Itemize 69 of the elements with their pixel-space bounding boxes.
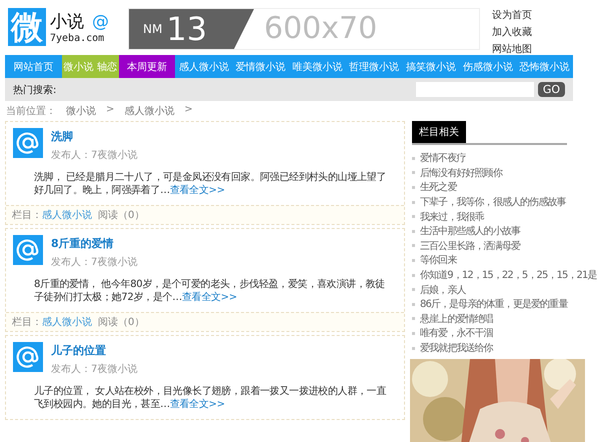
related-link[interactable]: 等你回来 — [420, 253, 456, 268]
author-text: 发布人：7夜微小说 — [51, 148, 138, 162]
bullet-icon — [412, 156, 415, 160]
article-title[interactable]: 8斤重的爱情 — [51, 236, 138, 251]
related-link[interactable]: 我来过，我很乖 — [420, 210, 484, 224]
bullet-icon — [412, 186, 415, 189]
bullet-icon — [412, 244, 415, 248]
related-link[interactable]: 悬崖上的爱情绝唱 — [420, 312, 493, 326]
at-sign-icon — [13, 128, 43, 158]
header-link[interactable]: 网站地图 — [492, 42, 532, 56]
bullet-icon — [412, 215, 415, 218]
article-title[interactable]: 儿子的位置 — [51, 343, 138, 358]
search-label: 热门搜索: — [13, 84, 58, 96]
read-count: 阅读（0） — [98, 208, 144, 222]
at-sign: @ — [92, 12, 109, 32]
bullet-icon — [412, 171, 415, 174]
related-link[interactable]: 86斤，是母亲的体重，更是爱的重量 — [420, 297, 568, 312]
banner-size-text: 600x70 — [264, 10, 378, 48]
related-link[interactable]: 生活中那些感人的小故事 — [420, 224, 520, 238]
breadcrumb-separator: > — [184, 104, 193, 116]
nav-tab[interactable]: 本周更新 — [118, 55, 176, 78]
related-link[interactable]: 唯有爱，永不干涸 — [420, 326, 493, 340]
read-more-link[interactable]: 查看全文>> — [170, 399, 225, 410]
read-more-link[interactable]: 查看全文>> — [182, 292, 237, 303]
related-link[interactable]: 下辈子，我等你，很感人的伤感故事 — [420, 195, 566, 210]
category-label: 栏目： — [12, 316, 42, 329]
related-link[interactable]: 爱情不夜疗 — [420, 151, 466, 166]
search-field[interactable] — [416, 82, 534, 97]
author-text: 发布人：7夜微小说 — [51, 256, 138, 269]
go-button[interactable]: GO — [538, 82, 565, 97]
breadcrumb-link[interactable]: 感人微小说 — [124, 104, 174, 116]
related-link[interactable]: 后娘，亲人 — [420, 282, 466, 297]
related-link[interactable]: 生死之爱 — [420, 180, 456, 194]
bullet-icon — [412, 317, 415, 320]
header-link[interactable]: 加入收藏 — [492, 25, 532, 39]
site-title[interactable]: 小说 — [50, 10, 84, 33]
category-link[interactable]: 感人微小说 — [42, 315, 92, 329]
breadcrumb-link[interactable]: 微小说 — [66, 104, 96, 116]
at-sign-icon — [13, 342, 43, 372]
article-excerpt: 洗脚， 已经是腊月二十八了，可是金凤还没有回家。阿强已经到村头的山垭上望了好几回了。晚上，阿强弄着了…查看全文>> — [33, 170, 388, 198]
related-link[interactable]: 三百公里长路，洒满母爱 — [420, 238, 520, 253]
breadcrumb-label: 当前位置： — [6, 104, 56, 116]
article-title[interactable]: 洗脚 — [51, 129, 138, 144]
breadcrumb-separator: > — [106, 104, 114, 116]
bullet-icon — [412, 346, 415, 350]
bullet-icon — [412, 332, 415, 335]
read-count: 阅读（0） — [98, 316, 144, 329]
logo-mark[interactable]: 微 — [8, 8, 46, 46]
bullet-icon — [412, 274, 415, 277]
category-link[interactable]: 感人微小说 — [42, 208, 92, 222]
bullet-icon — [412, 302, 415, 306]
header-link[interactable]: 设为首页 — [492, 8, 532, 22]
read-more-link[interactable]: 查看全文>> — [170, 185, 225, 196]
article-excerpt: 8斤重的爱情， 他今年80岁，是个可爱的老头，步伐轻盈，爱笑，喜欢演讲，教徒子徒孙们打太极；她72岁，是个…查看全文>> — [33, 278, 386, 305]
banner-label: NM — [143, 22, 162, 36]
bullet-icon — [412, 200, 415, 204]
related-link[interactable]: 你知道9，12，15，22，5，25，15，21是 — [420, 268, 597, 282]
at-sign-icon — [13, 235, 43, 265]
article-excerpt: 儿子的位置， 女人站在校外，目光像长了翅膀，跟着一拨又一拨进校的人群，一直飞到校园内。她的目光，甚至…查看全文>> — [33, 384, 388, 412]
bullet-icon — [412, 230, 415, 233]
banner-number: 13 — [166, 11, 208, 47]
bullet-icon — [412, 288, 415, 292]
section-heading: 栏目相关 — [412, 121, 466, 143]
author-text: 发布人：7夜微小说 — [51, 362, 138, 376]
related-link[interactable]: 爱我就把我送给你 — [420, 341, 493, 356]
category-label: 栏目： — [12, 208, 42, 222]
bullet-icon — [412, 258, 415, 262]
related-link[interactable]: 后悔没有好好照顾你 — [420, 166, 502, 180]
site-domain: 7yeba.com — [50, 33, 106, 44]
